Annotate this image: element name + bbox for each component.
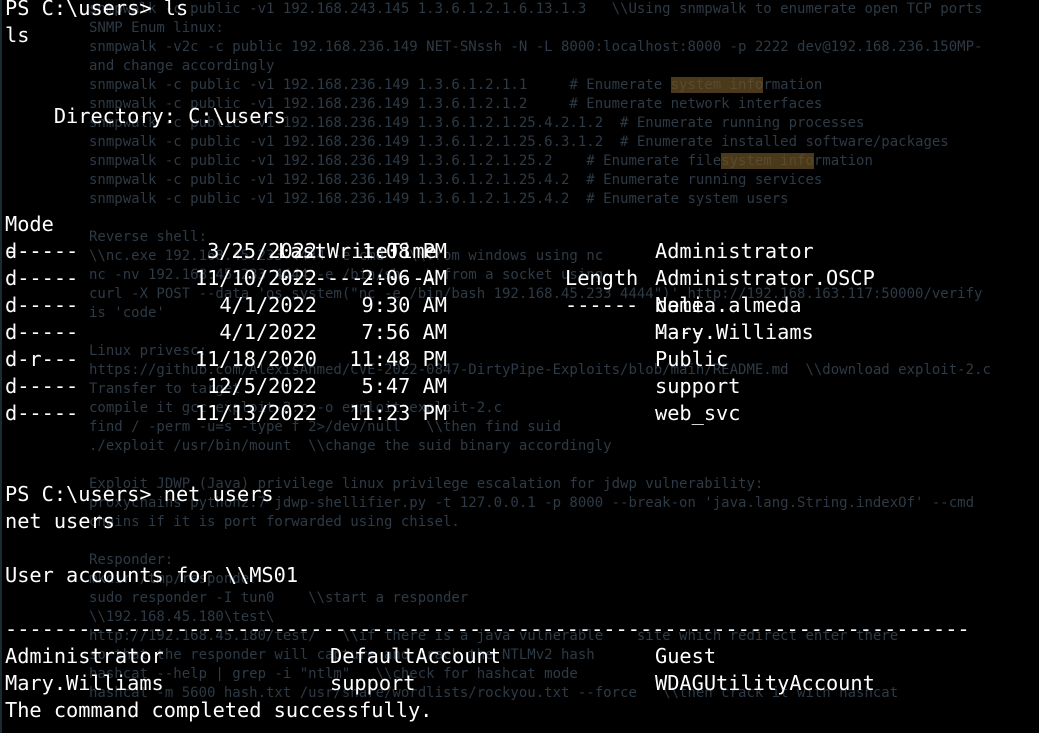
row-date: 3/25/2022 — [207, 239, 317, 263]
row-name: celia.almeda — [655, 293, 802, 317]
user-account-row: Administrator DefaultAccount Guest — [5, 643, 1035, 670]
directory-row: d----- 11/13/2022 11:23 PM web_svc — [5, 400, 1035, 427]
row-name: Administrator.OSCP — [655, 266, 875, 290]
row-time: 11:23 PM — [349, 401, 447, 425]
user-account-name: Mary.Williams — [5, 671, 164, 695]
user-account-name: support — [330, 671, 416, 695]
user-accounts-header: User accounts for \\MS01 — [5, 563, 299, 587]
directory-row: d----- 4/1/2022 9:30 AM celia.almeda — [5, 292, 1035, 319]
row-name: web_svc — [655, 401, 741, 425]
row-mode: d----- — [5, 401, 79, 425]
row-name: Administrator — [655, 239, 814, 263]
row-date: 12/5/2022 — [207, 374, 317, 398]
row-time: 7:56 AM — [361, 320, 447, 344]
row-date: 11/13/2022 — [194, 401, 317, 425]
row-mode: d----- — [5, 266, 79, 290]
terminal-output[interactable]: PS C:\users> ls ls Directory: C:\users M… — [5, 0, 1035, 733]
row-time: 9:30 AM — [361, 293, 447, 317]
directory-row: d----- 4/1/2022 7:56 AM Mary.Williams — [5, 319, 1035, 346]
user-account-name: DefaultAccount — [330, 644, 501, 668]
user-account-name: WDAGUtilityAccount — [655, 671, 875, 695]
echo-line-ls: ls — [5, 23, 30, 47]
user-account-row: Mary.Williams support WDAGUtilityAccount — [5, 670, 1035, 697]
row-time: 5:47 AM — [361, 374, 447, 398]
directory-header: Directory: C:\users — [5, 104, 286, 128]
terminal-window[interactable]: snmpwalk -c public -v1 192.168.243.145 1… — [0, 0, 1039, 733]
row-date: 11/18/2020 — [194, 347, 317, 371]
row-date: 4/1/2022 — [219, 320, 317, 344]
row-mode: d----- — [5, 320, 79, 344]
directory-row: d----- 12/5/2022 5:47 AM support — [5, 373, 1035, 400]
directory-row: d-r--- 11/18/2020 11:48 PM Public — [5, 346, 1035, 373]
separator-line: ----------------------------------------… — [5, 617, 970, 641]
row-mode: d----- — [5, 239, 79, 263]
row-time: 2:06 AM — [361, 266, 447, 290]
prompt-line-ls: PS C:\users> ls — [5, 0, 189, 20]
row-date: 4/1/2022 — [219, 293, 317, 317]
directory-row: d----- 3/25/2022 1:08 PM Administrator — [5, 238, 1035, 265]
row-name: support — [655, 374, 741, 398]
row-name: Public — [655, 347, 729, 371]
row-mode: d----- — [5, 293, 79, 317]
row-name: Mary.Williams — [655, 320, 814, 344]
row-mode: d-r--- — [5, 347, 79, 371]
column-header-row: Mode LastWriteTime Length Name — [5, 184, 704, 317]
row-mode: d----- — [5, 374, 79, 398]
directory-row: d----- 11/10/2022 2:06 AM Administrator.OSC… — [5, 265, 1035, 292]
prompt-line-net-users: PS C:\users> net users — [5, 482, 274, 506]
row-time: 11:48 PM — [349, 347, 447, 371]
column-underline-row: ---- ------------- ------ ---- — [5, 211, 704, 344]
echo-line-net-users: net users — [5, 509, 115, 533]
user-account-name: Guest — [655, 644, 717, 668]
completion-message: The command completed successfully. — [5, 698, 433, 722]
row-time: 1:08 PM — [361, 239, 447, 263]
user-account-name: Administrator — [5, 644, 164, 668]
row-date: 11/10/2022 — [194, 266, 317, 290]
